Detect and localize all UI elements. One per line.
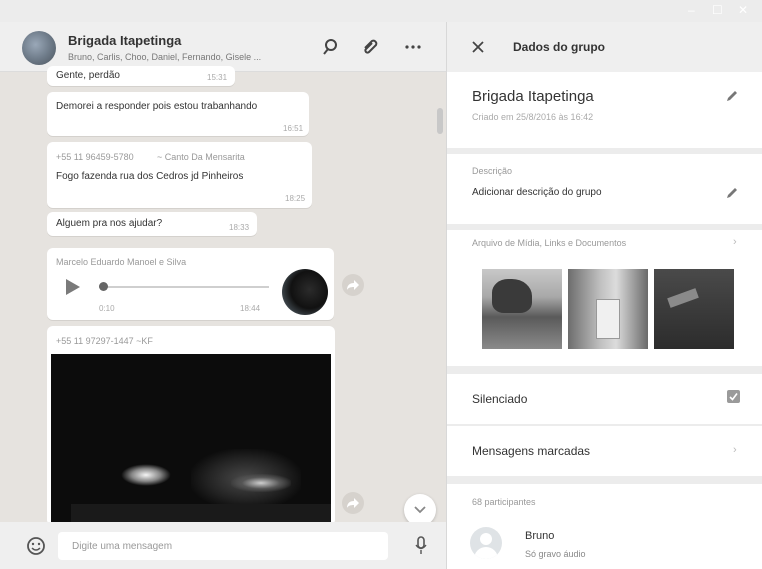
chat-pane: Brigada Itapetinga Bruno, Carlis, Choo, … xyxy=(0,22,446,569)
media-thumb[interactable] xyxy=(482,269,562,349)
chat-members: Bruno, Carlis, Choo, Daniel, Fernando, G… xyxy=(68,52,262,62)
pencil-icon[interactable] xyxy=(725,89,739,103)
message-bubble[interactable]: Alguem pra nos ajudar? 18:33 xyxy=(47,212,257,236)
muted-row[interactable]: Silenciado xyxy=(447,374,762,424)
muted-label: Silenciado xyxy=(472,392,528,406)
participant-name: Bruno xyxy=(525,530,555,542)
group-info-pane: Dados do grupo Brigada Itapetinga Criado… xyxy=(446,22,762,569)
sender-phone[interactable]: +55 11 96459-5780 xyxy=(56,152,134,162)
description-section: Descrição Adicionar descrição do grupo xyxy=(447,154,762,224)
media-thumb[interactable] xyxy=(568,269,648,349)
checkbox-icon[interactable] xyxy=(727,390,740,403)
sender-name[interactable]: +55 11 97297-1447 ~KF xyxy=(56,336,153,346)
share-button[interactable] xyxy=(342,492,364,514)
close-window-icon[interactable]: ✕ xyxy=(738,3,748,17)
info-header: Dados do grupo xyxy=(447,22,762,72)
audio-message[interactable]: Marcelo Eduardo Manoel e Silva 0:10 18:4… xyxy=(47,248,334,320)
group-created: Criado em 25/8/2016 às 16:42 xyxy=(472,112,594,122)
message-time: 18:33 xyxy=(229,223,250,232)
message-text: Gente, perdão xyxy=(56,70,120,81)
participants-section: 68 participantes Bruno Só gravo áudio xyxy=(447,484,762,569)
message-time: 18:44 xyxy=(240,304,261,313)
description-label: Descrição xyxy=(472,166,513,176)
more-icon[interactable] xyxy=(402,36,424,58)
window-titlebar: – ☐ ✕ xyxy=(0,0,762,22)
attach-icon[interactable] xyxy=(360,36,382,58)
chat-scrollbar[interactable] xyxy=(437,108,443,134)
info-title: Dados do grupo xyxy=(513,40,605,54)
group-avatar[interactable] xyxy=(22,31,56,65)
search-icon[interactable] xyxy=(320,36,342,58)
message-time: 15:31 xyxy=(207,73,228,82)
media-thumbnails xyxy=(482,269,742,351)
message-time: 18:25 xyxy=(285,194,306,203)
sender-avatar[interactable] xyxy=(282,269,328,315)
add-description-link[interactable]: Adicionar descrição do grupo xyxy=(472,187,602,198)
starred-label: Mensagens marcadas xyxy=(472,444,591,458)
emoji-icon[interactable] xyxy=(26,536,46,556)
participant-row[interactable]: Bruno Só gravo áudio xyxy=(447,518,762,569)
fire-photo[interactable] xyxy=(51,354,331,526)
chevron-down-icon xyxy=(414,506,426,514)
close-icon[interactable] xyxy=(471,40,485,54)
maximize-icon[interactable]: ☐ xyxy=(712,3,723,17)
audio-progress-track[interactable] xyxy=(99,286,269,288)
mic-icon[interactable] xyxy=(414,536,428,556)
sender-name[interactable]: ~ Canto Da Mensarita xyxy=(157,152,245,162)
audio-progress-handle[interactable] xyxy=(99,282,108,291)
share-icon xyxy=(347,280,359,290)
message-time: 16:51 xyxy=(283,124,304,133)
chevron-right-icon[interactable]: › xyxy=(733,444,737,456)
message-list[interactable]: Gente, perdão 15:31 Demorei a responder … xyxy=(0,66,446,526)
message-bubble[interactable]: Demorei a responder pois estou trabanhan… xyxy=(47,92,309,136)
starred-messages-row[interactable]: Mensagens marcadas › xyxy=(447,426,762,476)
sender-name[interactable]: Marcelo Eduardo Manoel e Silva xyxy=(56,257,186,267)
play-icon[interactable] xyxy=(65,278,81,296)
media-section: Arquivo de Mídia, Links e Documentos › xyxy=(447,230,762,366)
participant-status: Só gravo áudio xyxy=(525,549,586,559)
message-text: Demorei a responder pois estou trabanhan… xyxy=(56,101,258,112)
composer-bar xyxy=(0,522,446,569)
audio-duration: 0:10 xyxy=(99,304,115,313)
chat-title: Brigada Itapetinga xyxy=(68,33,182,48)
chat-header[interactable]: Brigada Itapetinga Bruno, Carlis, Choo, … xyxy=(0,22,446,72)
share-button[interactable] xyxy=(342,274,364,296)
message-text: Alguem pra nos ajudar? xyxy=(56,218,163,229)
group-name-section: Brigada Itapetinga Criado em 25/8/2016 à… xyxy=(447,72,762,148)
pencil-icon[interactable] xyxy=(725,186,739,200)
message-bubble[interactable]: +55 11 96459-5780 ~ Canto Da Mensarita F… xyxy=(47,142,312,208)
media-label[interactable]: Arquivo de Mídia, Links e Documentos xyxy=(472,238,626,248)
participants-count: 68 participantes xyxy=(472,497,536,507)
share-icon xyxy=(347,498,359,508)
avatar[interactable] xyxy=(470,527,502,559)
message-bubble[interactable]: Gente, perdão 15:31 xyxy=(47,66,235,86)
image-message[interactable]: +55 11 97297-1447 ~KF xyxy=(47,326,335,526)
media-thumb[interactable] xyxy=(654,269,734,349)
group-name: Brigada Itapetinga xyxy=(472,88,594,105)
minimize-icon[interactable]: – xyxy=(688,3,695,17)
chevron-right-icon[interactable]: › xyxy=(733,236,737,248)
message-text: Fogo fazenda rua dos Cedros jd Pinheiros xyxy=(56,171,244,182)
message-input[interactable] xyxy=(58,532,388,560)
